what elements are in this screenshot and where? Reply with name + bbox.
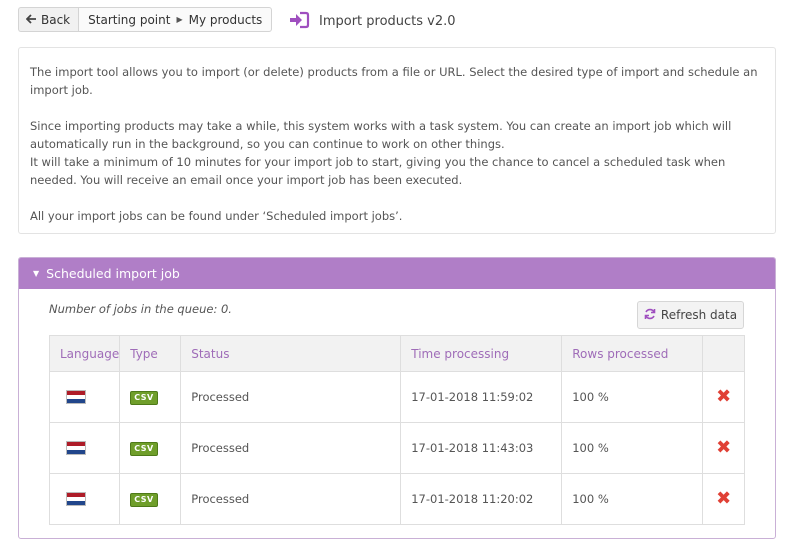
refresh-label: Refresh data — [660, 308, 738, 322]
intro-paragraph: All your import jobs can be found under … — [30, 209, 403, 223]
top-navigation: Back Starting point ▶ My products — [18, 7, 273, 32]
netherlands-flag-icon — [66, 390, 86, 404]
column-header-language: Language — [48, 335, 121, 372]
netherlands-flag-icon — [66, 441, 86, 455]
column-header-rows-processed: Rows processed — [561, 335, 704, 372]
table-header-row: Language Type Status Time processing Row… — [48, 335, 745, 372]
delete-x-icon[interactable]: ✖ — [716, 488, 731, 509]
csv-badge: CSV — [130, 493, 158, 507]
csv-badge: CSV — [130, 442, 158, 456]
breadcrumb: Starting point ▶ My products — [78, 7, 273, 32]
caret-right-icon: ▶ — [176, 15, 183, 24]
jobs-table: Language Type Status Time processing Row… — [48, 335, 745, 525]
breadcrumb-item-my-products[interactable]: My products — [189, 13, 263, 27]
panel-title: Scheduled import job — [46, 266, 180, 281]
column-header-status: Status — [180, 335, 402, 372]
column-header-time-processing: Time processing — [400, 335, 563, 372]
intro-panel: The import tool allows you to import (or… — [18, 47, 776, 234]
netherlands-flag-icon — [66, 492, 86, 506]
refresh-data-button[interactable]: Refresh data — [637, 301, 744, 329]
caret-down-icon: ▼ — [33, 269, 40, 278]
delete-x-icon[interactable]: ✖ — [716, 386, 731, 407]
rows-processed-cell: 100 % — [561, 422, 704, 474]
status-cell: Processed — [180, 422, 402, 474]
page-header: Import products v2.0 — [288, 10, 456, 33]
panel-header-toggle[interactable]: ▼ Scheduled import job — [19, 258, 775, 289]
status-cell: Processed — [180, 473, 402, 525]
sign-in-icon — [288, 10, 310, 33]
delete-x-icon[interactable]: ✖ — [716, 437, 731, 458]
queue-count: Number of jobs in the queue: 0. — [49, 302, 232, 316]
time-processing-cell: 17-01-2018 11:59:02 — [400, 371, 563, 423]
table-row: CSV Processed 17-01-2018 11:59:02 100 % … — [48, 371, 745, 423]
intro-paragraph: It will take a minimum of 10 minutes for… — [30, 155, 726, 187]
breadcrumb-item-starting-point[interactable]: Starting point — [88, 13, 170, 27]
rows-processed-cell: 100 % — [561, 371, 704, 423]
time-processing-cell: 17-01-2018 11:43:03 — [400, 422, 563, 474]
arrow-left-icon — [25, 13, 37, 27]
status-cell: Processed — [180, 371, 402, 423]
rows-processed-cell: 100 % — [561, 473, 704, 525]
table-row: CSV Processed 17-01-2018 11:20:02 100 % … — [48, 473, 745, 525]
csv-badge: CSV — [130, 391, 158, 405]
column-header-actions — [702, 335, 745, 372]
intro-paragraph: The import tool allows you to import (or… — [30, 65, 758, 97]
time-processing-cell: 17-01-2018 11:20:02 — [400, 473, 563, 525]
table-row: CSV Processed 17-01-2018 11:43:03 100 % … — [48, 422, 745, 474]
scheduled-import-panel: ▼ Scheduled import job Number of jobs in… — [18, 257, 776, 539]
column-header-type: Type — [119, 335, 182, 372]
page-title: Import products v2.0 — [319, 14, 456, 29]
back-label: Back — [41, 12, 71, 27]
back-button[interactable]: Back — [18, 7, 79, 32]
intro-paragraph: Since importing products may take a whil… — [30, 119, 732, 151]
refresh-icon — [644, 308, 656, 323]
